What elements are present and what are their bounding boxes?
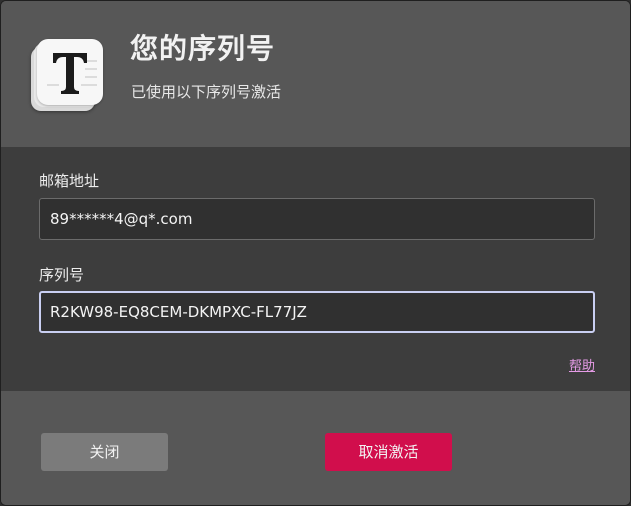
letter-t-glyph <box>47 53 97 94</box>
serial-number-field[interactable]: R2KW98-EQ8CEM-DKMPXC-FL77JZ <box>39 291 595 333</box>
email-field[interactable]: 89******4@q*.com <box>39 198 595 240</box>
dialog-header: 您的序列号 已使用以下序列号激活 <box>1 1 630 147</box>
help-link[interactable]: 帮助 <box>569 355 595 374</box>
dialog-footer: 关闭 取消激活 <box>1 391 630 505</box>
typora-t-icon <box>31 39 103 111</box>
license-dialog: 您的序列号 已使用以下序列号激活 邮箱地址 89******4@q*.com 序… <box>0 0 631 506</box>
email-label: 邮箱地址 <box>39 172 100 190</box>
dialog-title: 您的序列号 <box>130 32 276 65</box>
serial-label: 序列号 <box>39 266 85 284</box>
deactivate-button[interactable]: 取消激活 <box>325 433 452 471</box>
dialog-subtitle: 已使用以下序列号激活 <box>131 83 282 101</box>
icon-sheet-front <box>37 39 103 105</box>
dialog-body: 邮箱地址 89******4@q*.com 序列号 R2KW98-EQ8CEM-… <box>1 147 630 391</box>
close-button[interactable]: 关闭 <box>41 433 168 471</box>
